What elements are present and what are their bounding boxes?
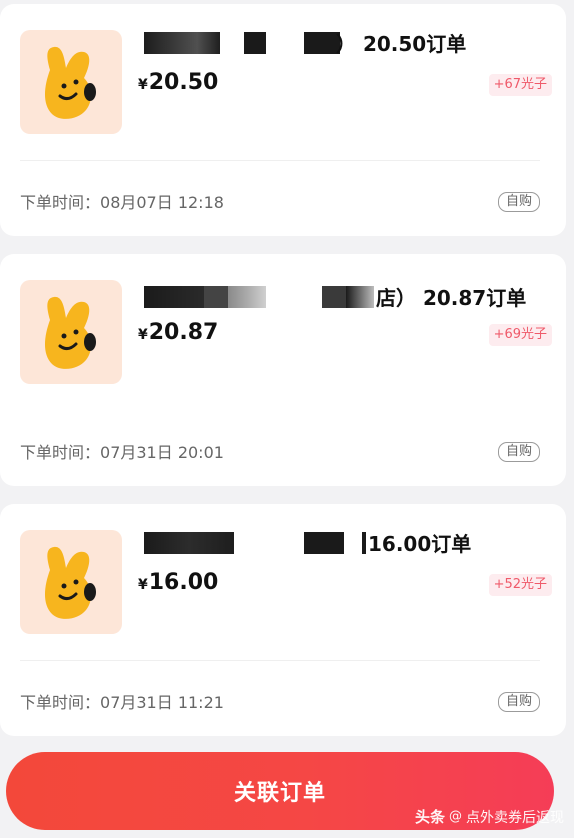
price-value: 20.50: [148, 70, 219, 95]
order-time-value: 08月07日 12:18: [100, 193, 224, 212]
redacted-text: [204, 286, 228, 308]
mascot-bunny-icon: [20, 530, 122, 634]
redacted-text: [346, 286, 374, 308]
currency-symbol: ¥: [138, 77, 148, 93]
order-title: ） 20.50订单: [144, 30, 544, 58]
currency-symbol: ¥: [138, 327, 148, 343]
points-badge: +67光子: [488, 74, 552, 96]
order-card[interactable]: ） 20.50订单 ¥20.50 +67光子 下单时间：08月07日 12:18…: [0, 4, 566, 236]
price-value: 20.87: [148, 320, 219, 345]
watermark-at: @: [449, 809, 462, 824]
watermark-account: 点外卖券后返现: [466, 809, 564, 826]
divider: [20, 160, 540, 161]
order-time: 下单时间：08月07日 12:18: [20, 192, 224, 214]
divider: [20, 660, 540, 661]
redacted-text: [144, 32, 220, 54]
watermark: 头条 @ 点外卖券后返现: [415, 806, 564, 827]
points-badge: +69光子: [488, 324, 552, 346]
order-card[interactable]: 16.00订单 ¥16.00 +52光子 下单时间：07月31日 11:21 自…: [0, 504, 566, 736]
price-value: 16.00: [148, 570, 219, 595]
order-price: ¥20.87: [138, 318, 218, 350]
redacted-text: [304, 32, 340, 54]
redacted-text: [304, 532, 344, 554]
points-badge: +52光子: [488, 574, 552, 596]
order-title-text: 店） 20.87订单: [376, 286, 527, 310]
order-title-text: 16.00订单: [368, 532, 472, 556]
order-time-label: 下单时间：: [20, 693, 101, 712]
redacted-text: [228, 286, 266, 308]
order-price: ¥20.50: [138, 68, 218, 100]
order-time: 下单时间：07月31日 11:21: [20, 692, 224, 714]
order-time-value: 07月31日 11:21: [100, 693, 224, 712]
order-time-value: 07月31日 20:01: [100, 443, 224, 462]
order-card[interactable]: 店） 20.87订单 ¥20.87 +69光子 下单时间：07月31日 20:0…: [0, 254, 566, 486]
order-price: ¥16.00: [138, 568, 218, 600]
currency-symbol: ¥: [138, 577, 148, 593]
purchase-type-tag: 自购: [497, 192, 540, 212]
order-title-text: ） 20.50订单: [336, 32, 467, 56]
purchase-type-tag: 自购: [497, 442, 540, 462]
link-orders-label: 关联订单: [233, 781, 326, 806]
redacted-text: [144, 286, 204, 308]
order-time: 下单时间：07月31日 20:01: [20, 442, 224, 464]
mascot-bunny-icon: [20, 280, 122, 384]
watermark-brand: 头条: [414, 808, 445, 826]
order-time-label: 下单时间：: [20, 193, 101, 212]
purchase-type-tag: 自购: [497, 692, 540, 712]
mascot-bunny-icon: [20, 30, 122, 134]
redacted-text: [244, 32, 266, 54]
order-time-label: 下单时间：: [20, 443, 101, 462]
redacted-text: [322, 286, 346, 308]
redacted-text: [362, 532, 366, 554]
order-title: 店） 20.87订单: [144, 284, 544, 312]
redacted-text: [144, 532, 234, 554]
order-title: 16.00订单: [144, 530, 544, 558]
